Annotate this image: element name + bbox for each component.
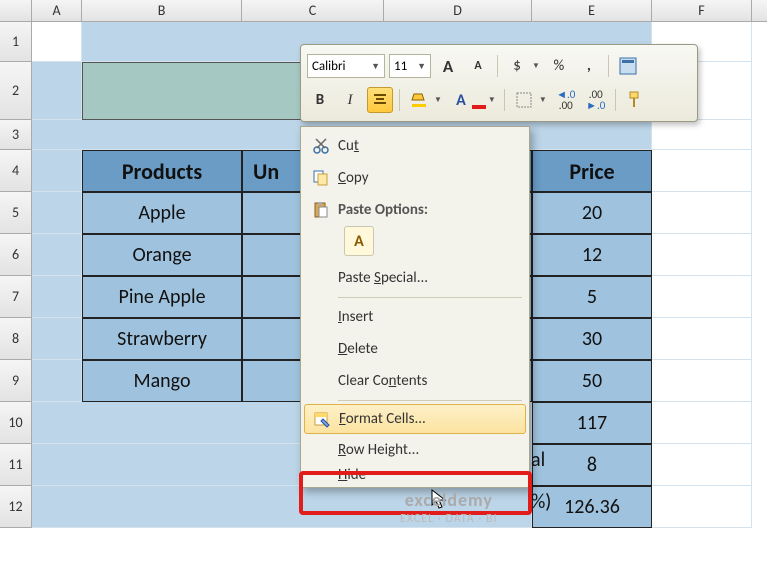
- summary-value[interactable]: 117: [532, 402, 652, 444]
- menu-label: Delete: [338, 340, 518, 358]
- font-name-value: Calibri: [312, 59, 345, 74]
- row-header-12[interactable]: 12: [0, 486, 32, 528]
- col-header-B[interactable]: B: [82, 0, 242, 21]
- menu-label: Cut: [338, 137, 518, 155]
- col-header-C[interactable]: C: [242, 0, 384, 21]
- header-price[interactable]: Price: [532, 150, 652, 192]
- format-painter-button[interactable]: [622, 87, 648, 113]
- menu-insert[interactable]: Insert: [304, 301, 526, 333]
- menu-hide[interactable]: Hide: [304, 466, 526, 484]
- menu-label: Clear Contents: [338, 372, 518, 390]
- format-cells-dialog-icon[interactable]: [615, 53, 641, 79]
- menu-paste-special[interactable]: Paste Special...: [304, 262, 526, 294]
- clipboard-icon: [304, 201, 338, 219]
- menu-paste-options-header: Paste Options:: [304, 194, 526, 226]
- font-size-select[interactable]: 11 ▼: [389, 54, 431, 78]
- context-menu: Cut Copy Paste Options: A Paste Special.…: [300, 126, 530, 488]
- table-cell-price[interactable]: 12: [532, 234, 652, 276]
- font-name-select[interactable]: Calibri ▼: [307, 54, 385, 78]
- menu-label: Copy: [338, 169, 518, 187]
- row-header-1[interactable]: 1: [0, 22, 32, 62]
- col-header-A[interactable]: A: [32, 0, 82, 21]
- row-header-6[interactable]: 6: [0, 234, 32, 276]
- select-all-corner[interactable]: [0, 0, 32, 21]
- chevron-down-icon: ▼: [532, 61, 542, 71]
- summary-label-tail: al: [531, 448, 545, 472]
- summary-value[interactable]: 8: [532, 444, 652, 486]
- paste-option-keep-text[interactable]: A: [344, 226, 374, 256]
- table-cell-price[interactable]: 50: [532, 360, 652, 402]
- row-header-7[interactable]: 7: [0, 276, 32, 318]
- menu-separator: [338, 400, 522, 401]
- header-products[interactable]: Products: [82, 150, 242, 192]
- font-color-swatch: [472, 105, 486, 109]
- bold-button[interactable]: B: [307, 87, 333, 113]
- table-cell-product[interactable]: Pine Apple: [82, 276, 242, 318]
- col-header-F[interactable]: F: [652, 0, 752, 21]
- summary-label-tail: %): [531, 490, 551, 514]
- format-cells-icon: [305, 410, 339, 428]
- table-cell-product[interactable]: Orange: [82, 234, 242, 276]
- table-cell-price[interactable]: 5: [532, 276, 652, 318]
- menu-cut[interactable]: Cut: [304, 130, 526, 162]
- copy-icon: [304, 169, 338, 187]
- table-cell-product[interactable]: Mango: [82, 360, 242, 402]
- percent-button[interactable]: %: [546, 53, 572, 79]
- menu-separator: [338, 297, 522, 298]
- table-cell-price[interactable]: 20: [532, 192, 652, 234]
- table-cell-product[interactable]: Strawberry: [82, 318, 242, 360]
- menu-label: Insert: [338, 308, 518, 326]
- row-header-5[interactable]: 5: [0, 192, 32, 234]
- font-size-value: 11: [394, 59, 407, 74]
- increase-decimal-button[interactable]: ◄.0.00: [553, 87, 579, 113]
- watermark-tag: EXCEL · DATA · BI: [400, 512, 498, 526]
- font-color-button[interactable]: A: [448, 87, 474, 113]
- italic-button[interactable]: I: [337, 87, 363, 113]
- comma-button[interactable]: ,: [576, 53, 602, 79]
- table-cell-price[interactable]: 30: [532, 318, 652, 360]
- decrease-decimal-button[interactable]: .00►.0: [583, 87, 609, 113]
- row-header-4[interactable]: 4: [0, 150, 32, 192]
- menu-label: Hide: [338, 466, 518, 484]
- grow-font-button[interactable]: A: [435, 53, 461, 79]
- chevron-down-icon: ▼: [539, 95, 549, 105]
- chevron-down-icon: ▼: [413, 61, 426, 72]
- fill-color-button[interactable]: [406, 87, 432, 113]
- chevron-down-icon: ▼: [488, 95, 498, 105]
- currency-button[interactable]: $: [504, 53, 530, 79]
- col-header-E[interactable]: E: [532, 0, 652, 21]
- menu-delete[interactable]: Delete: [304, 333, 526, 365]
- center-align-button[interactable]: [367, 87, 393, 113]
- chevron-down-icon: ▼: [367, 61, 380, 72]
- table-cell-product[interactable]: Apple: [82, 192, 242, 234]
- menu-label: Paste Options:: [338, 201, 518, 219]
- chevron-down-icon: ▼: [434, 95, 444, 105]
- watermark: exceldemy EXCEL · DATA · BI: [400, 490, 498, 526]
- col-header-D[interactable]: D: [384, 0, 532, 21]
- scissors-icon: [304, 137, 338, 155]
- menu-label: Format Cells...: [339, 410, 517, 428]
- menu-clear-contents[interactable]: Clear Contents: [304, 365, 526, 397]
- watermark-brand: exceldemy: [400, 490, 498, 512]
- paste-options-row: A: [304, 226, 526, 262]
- borders-button[interactable]: [511, 87, 537, 113]
- shrink-font-button[interactable]: A: [465, 53, 491, 79]
- row-header-2[interactable]: 2: [0, 62, 32, 120]
- menu-copy[interactable]: Copy: [304, 162, 526, 194]
- row-header-3[interactable]: 3: [0, 120, 32, 150]
- row-header-11[interactable]: 11: [0, 444, 32, 486]
- column-headers: A B C D E F: [0, 0, 767, 22]
- mini-toolbar: Calibri▼ 11▼ A A $▼ % , B I ▼ A ▼ ▼ ◄.0.…: [300, 44, 698, 122]
- menu-label: Row Height...: [338, 441, 518, 459]
- row-header-8[interactable]: 8: [0, 318, 32, 360]
- menu-label: Paste Special...: [338, 269, 518, 287]
- row-header-10[interactable]: 10: [0, 402, 32, 444]
- row-header-9[interactable]: 9: [0, 360, 32, 402]
- menu-format-cells[interactable]: Format Cells...: [304, 404, 526, 434]
- menu-row-height[interactable]: Row Height...: [304, 434, 526, 466]
